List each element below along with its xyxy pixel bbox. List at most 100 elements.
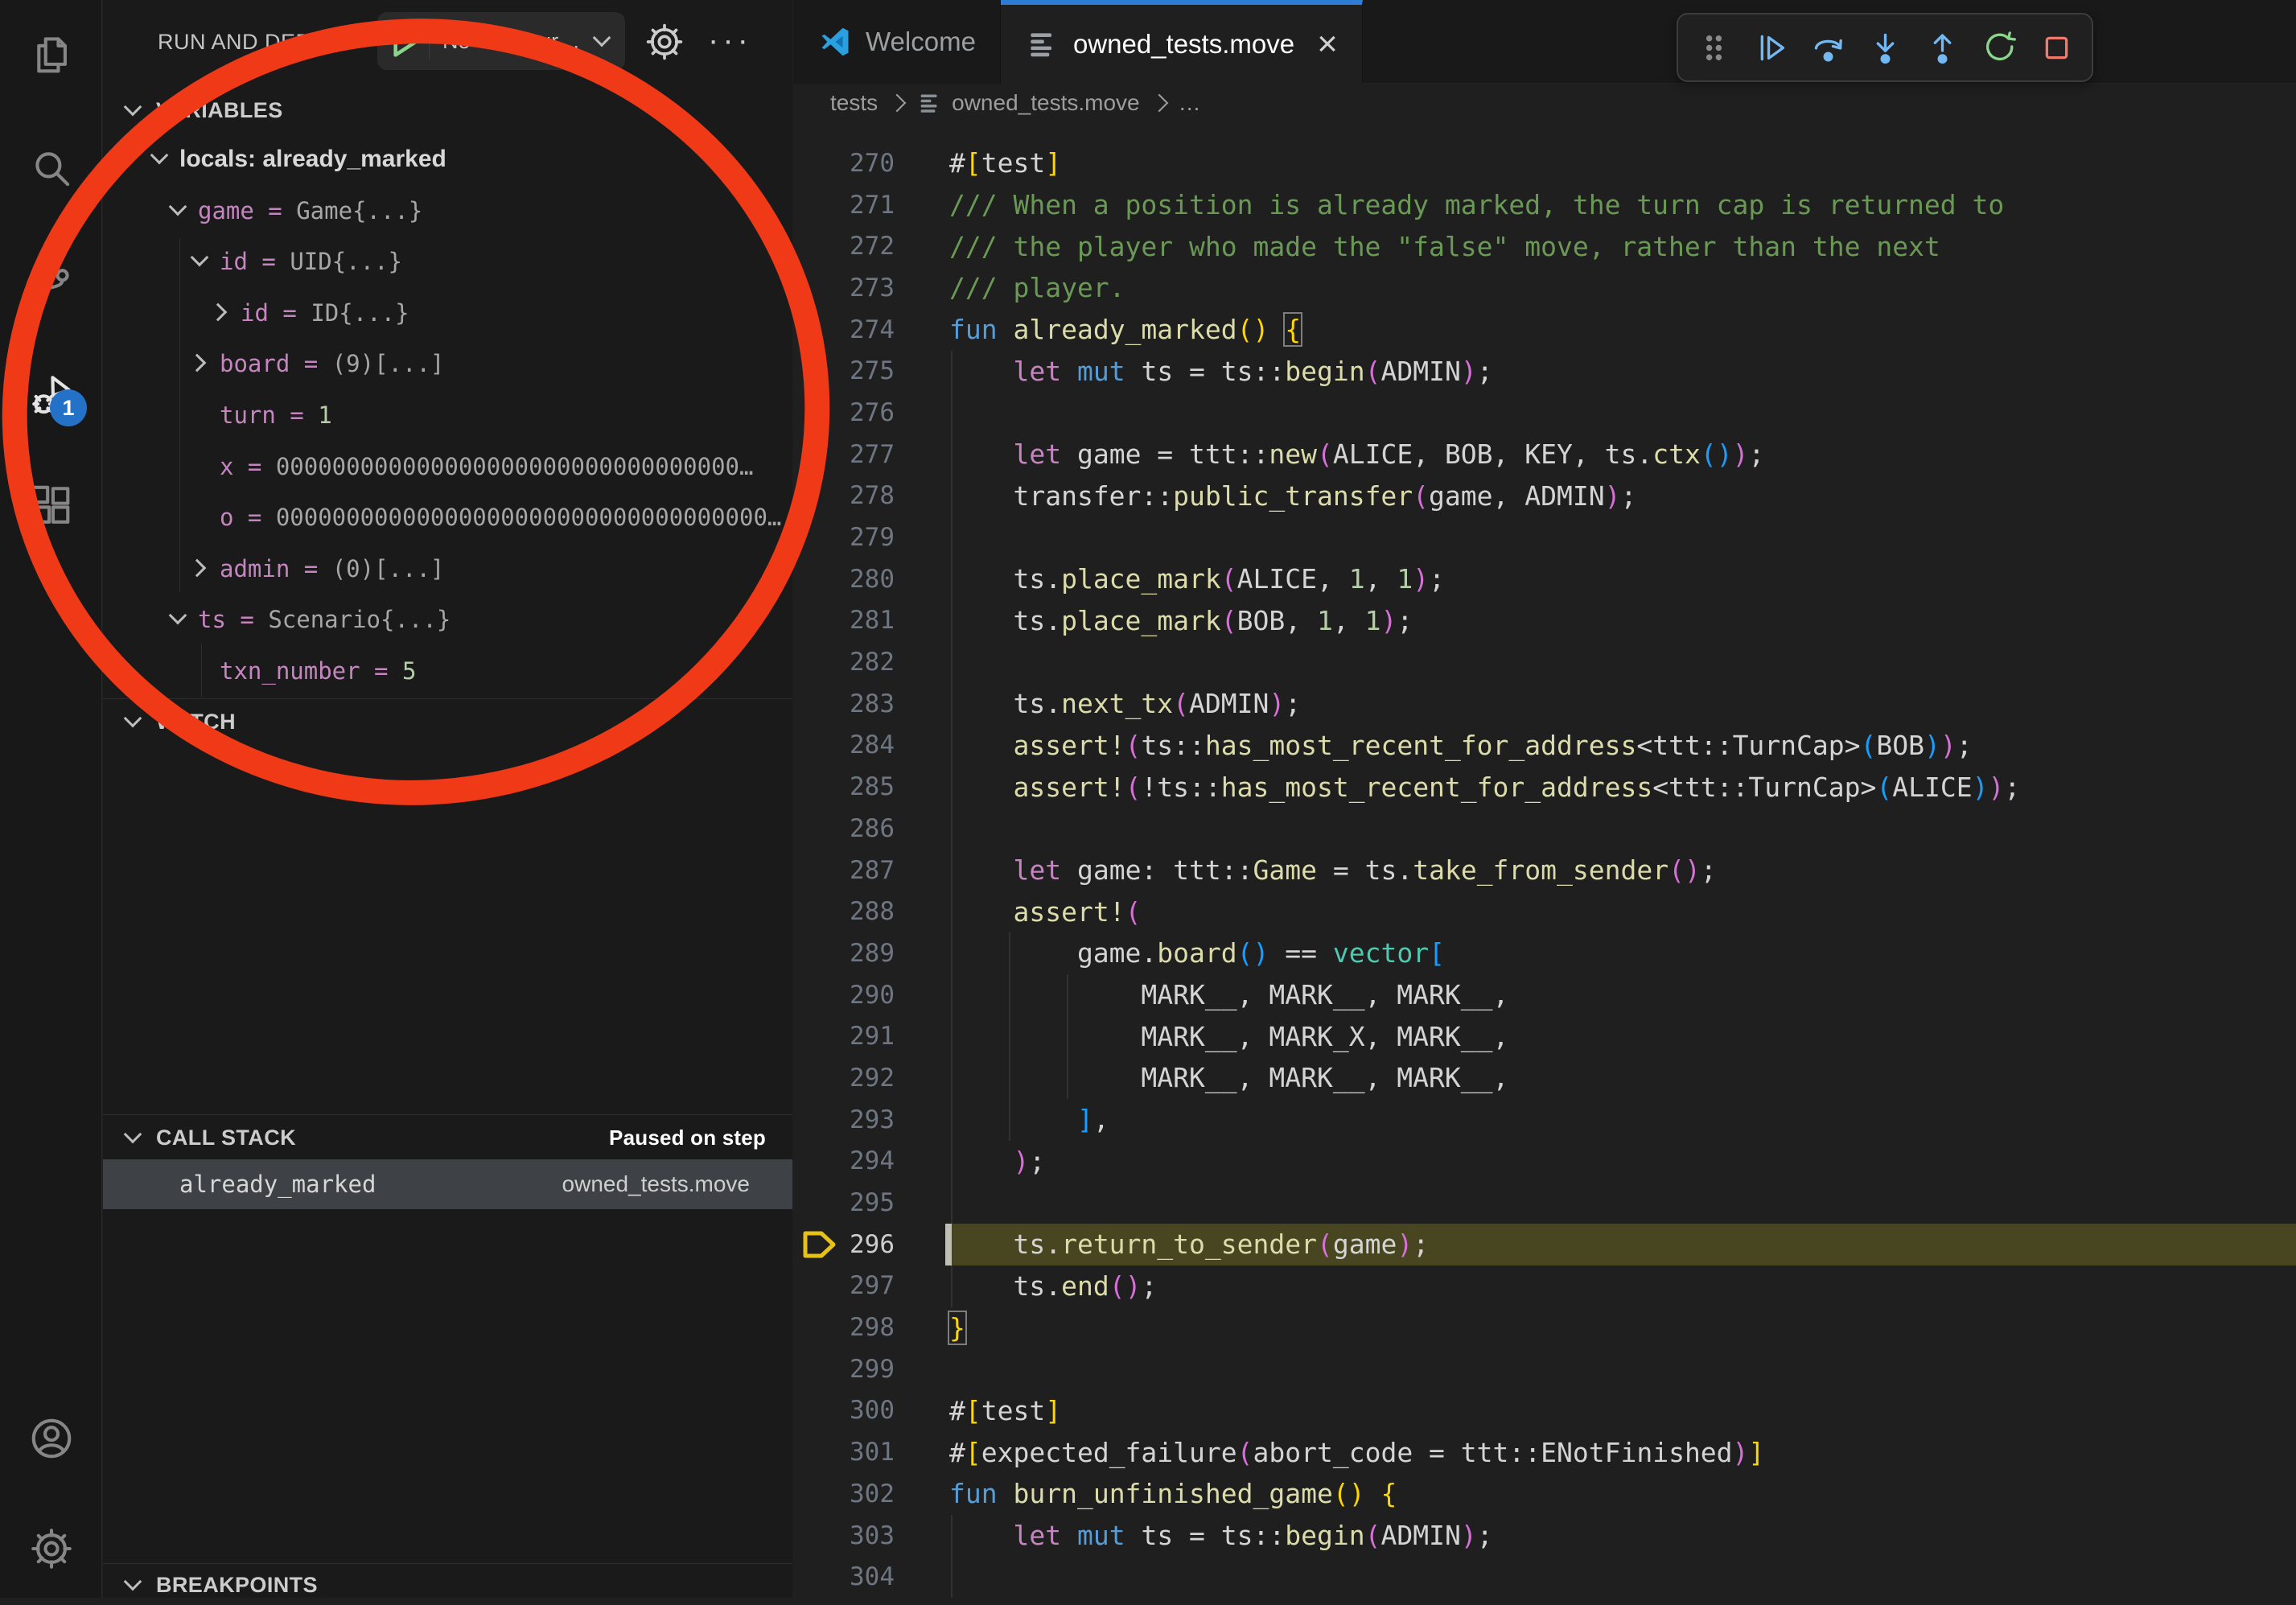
line-number[interactable]: 281: [845, 606, 895, 635]
explorer-icon[interactable]: [28, 32, 75, 79]
variable-row[interactable]: ts = Scenario{...}: [103, 594, 792, 645]
line-number[interactable]: 298: [845, 1313, 895, 1342]
gutter[interactable]: [793, 309, 845, 351]
gutter[interactable]: [793, 891, 845, 932]
line-number[interactable]: 293: [845, 1105, 895, 1134]
line-number[interactable]: 295: [845, 1188, 895, 1217]
gutter[interactable]: [793, 516, 845, 558]
gutter[interactable]: [793, 1556, 845, 1598]
line-number[interactable]: 277: [845, 440, 895, 469]
line-number[interactable]: 276: [845, 398, 895, 427]
line-number[interactable]: 297: [845, 1271, 895, 1300]
line-number[interactable]: 271: [845, 191, 895, 220]
code-line-288[interactable]: 288 assert!(: [793, 891, 2296, 932]
line-number[interactable]: 301: [845, 1438, 895, 1467]
code-line-279[interactable]: 279: [793, 516, 2296, 558]
code-line-301[interactable]: 301#[expected_failure(abort_code = ttt::…: [793, 1431, 2296, 1473]
line-number[interactable]: 300: [845, 1396, 895, 1425]
gutter[interactable]: [793, 725, 845, 767]
code-line-272[interactable]: 272/// the player who made the "false" m…: [793, 225, 2296, 267]
line-number[interactable]: 282: [845, 648, 895, 677]
line-number[interactable]: 287: [845, 856, 895, 885]
account-icon[interactable]: [28, 1415, 75, 1462]
variable-row[interactable]: id = UID{...}: [103, 236, 792, 287]
line-number[interactable]: 283: [845, 689, 895, 718]
gutter[interactable]: [793, 600, 845, 642]
line-number[interactable]: 275: [845, 356, 895, 385]
code-line-304[interactable]: 304: [793, 1556, 2296, 1598]
gutter[interactable]: [793, 225, 845, 267]
gutter[interactable]: [793, 1431, 845, 1473]
tab-owned-tests-move[interactable]: owned_tests.move×: [1001, 0, 1363, 84]
breakpoints-section-header[interactable]: BREAKPOINTS: [103, 1565, 792, 1605]
code-line-289[interactable]: 289 game.board() == vector[: [793, 932, 2296, 974]
code-line-294[interactable]: 294 );: [793, 1141, 2296, 1183]
gutter[interactable]: [793, 434, 845, 475]
variable-row[interactable]: game = Game{...}: [103, 185, 792, 237]
line-number[interactable]: 280: [845, 565, 895, 594]
drag-grip-icon[interactable]: [1695, 29, 1733, 67]
variable-row[interactable]: txn_number = 5: [103, 645, 792, 697]
gutter[interactable]: [793, 1057, 845, 1099]
line-number[interactable]: 270: [845, 149, 895, 178]
gutter[interactable]: [793, 392, 845, 434]
code-line-283[interactable]: 283 ts.next_tx(ADMIN);: [793, 683, 2296, 725]
gutter[interactable]: [793, 1348, 845, 1390]
gutter[interactable]: [793, 1015, 845, 1057]
line-number[interactable]: 302: [845, 1479, 895, 1508]
code-line-297[interactable]: 297 ts.end();: [793, 1265, 2296, 1307]
gutter[interactable]: [793, 1224, 845, 1265]
code-line-277[interactable]: 277 let game = ttt::new(ALICE, BOB, KEY,…: [793, 434, 2296, 475]
breadcrumb-item[interactable]: tests: [830, 90, 878, 116]
step-into-icon[interactable]: [1866, 29, 1904, 67]
breadcrumb-item[interactable]: owned_tests.move: [916, 89, 1139, 117]
gutter[interactable]: [793, 766, 845, 808]
restart-icon[interactable]: [1981, 29, 2018, 67]
code-line-271[interactable]: 271/// When a position is already marked…: [793, 184, 2296, 226]
line-number[interactable]: 272: [845, 232, 895, 261]
line-number[interactable]: 279: [845, 523, 895, 552]
gutter[interactable]: [793, 850, 845, 891]
variable-row[interactable]: x = 000000000000000000000000000000000…: [103, 441, 792, 492]
code-line-303[interactable]: 303 let mut ts = ts::begin(ADMIN);: [793, 1515, 2296, 1557]
line-number[interactable]: 299: [845, 1355, 895, 1384]
code-line-298[interactable]: 298}: [793, 1307, 2296, 1348]
line-number[interactable]: 303: [845, 1521, 895, 1550]
gutter[interactable]: [793, 932, 845, 974]
line-number[interactable]: 292: [845, 1064, 895, 1093]
gutter[interactable]: [793, 641, 845, 683]
variable-row[interactable]: locals: already_marked: [103, 134, 792, 185]
code-line-302[interactable]: 302fun burn_unfinished_game() {: [793, 1473, 2296, 1515]
code-line-285[interactable]: 285 assert!(!ts::has_most_recent_for_add…: [793, 766, 2296, 808]
gutter[interactable]: [793, 1515, 845, 1557]
code-line-293[interactable]: 293 ],: [793, 1099, 2296, 1141]
variable-row[interactable]: o = 00000000000000000000000000000000000…: [103, 492, 792, 543]
gutter[interactable]: [793, 475, 845, 517]
code-line-280[interactable]: 280 ts.place_mark(ALICE, 1, 1);: [793, 558, 2296, 600]
gutter[interactable]: [793, 267, 845, 309]
gutter[interactable]: [793, 1141, 845, 1183]
source-control-icon[interactable]: [28, 257, 75, 303]
line-number[interactable]: 290: [845, 981, 895, 1010]
line-number[interactable]: 291: [845, 1022, 895, 1051]
code-line-290[interactable]: 290 MARK__, MARK__, MARK__,: [793, 974, 2296, 1016]
line-number[interactable]: 284: [845, 730, 895, 759]
step-over-icon[interactable]: [1809, 29, 1847, 67]
code-line-286[interactable]: 286: [793, 808, 2296, 850]
close-icon[interactable]: ×: [1317, 27, 1338, 62]
code-line-274[interactable]: 274fun already_marked() {: [793, 309, 2296, 351]
line-number[interactable]: 273: [845, 274, 895, 302]
gutter[interactable]: [793, 350, 845, 392]
breadcrumb-item[interactable]: …: [1179, 90, 1201, 116]
settings-gear-icon[interactable]: [28, 1525, 75, 1572]
line-number[interactable]: 288: [845, 897, 895, 926]
code-line-281[interactable]: 281 ts.place_mark(BOB, 1, 1);: [793, 600, 2296, 642]
gutter[interactable]: [793, 1265, 845, 1307]
line-number[interactable]: 304: [845, 1562, 895, 1591]
variable-row[interactable]: admin = (0)[...]: [103, 543, 792, 595]
code-line-291[interactable]: 291 MARK__, MARK_X, MARK__,: [793, 1015, 2296, 1057]
variable-row[interactable]: id = ID{...}: [103, 287, 792, 339]
variable-row[interactable]: turn = 1: [103, 389, 792, 441]
line-number[interactable]: 274: [845, 315, 895, 344]
call-stack-frame[interactable]: already_marked owned_tests.move: [103, 1159, 792, 1209]
